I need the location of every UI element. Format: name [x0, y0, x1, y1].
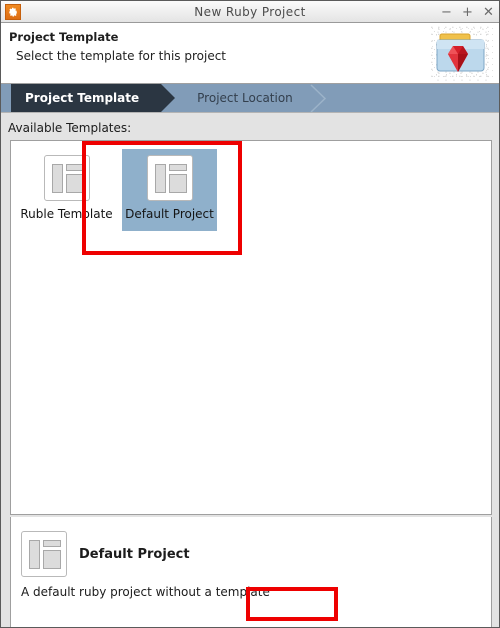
step-trailing-chevron-icon	[310, 84, 337, 113]
template-tile-list: Ruble Template Default Project	[19, 149, 217, 231]
close-icon[interactable]: ✕	[482, 5, 495, 19]
title-bar: New Ruby Project − + ✕	[1, 1, 499, 23]
page-subtitle: Select the template for this project	[16, 49, 226, 63]
wizard-body: Available Templates: Ruble Template Defa…	[1, 113, 499, 627]
template-tile-ruble-template[interactable]: Ruble Template	[19, 149, 114, 231]
available-templates-label: Available Templates:	[8, 121, 132, 135]
template-layout-icon	[43, 155, 90, 201]
step-project-template[interactable]: Project Template	[11, 84, 176, 112]
window-title: New Ruby Project	[194, 4, 306, 19]
page-title: Project Template	[9, 30, 119, 44]
wizard-steps: Project Template Project Location	[1, 84, 499, 113]
gear-icon	[5, 3, 21, 20]
template-tile-default-project[interactable]: Default Project	[122, 149, 217, 231]
step-label: Project Template	[25, 91, 140, 105]
window-controls: − + ✕	[440, 1, 495, 23]
ruby-folder-icon	[431, 26, 493, 82]
minimize-icon[interactable]: −	[440, 5, 453, 19]
template-tile-label: Default Project	[125, 207, 214, 221]
template-description-text: A default ruby project without a templat…	[21, 585, 270, 599]
template-list-panel[interactable]: Ruble Template Default Project	[10, 140, 492, 515]
step-label: Project Location	[197, 91, 293, 105]
step-project-location[interactable]: Project Location	[183, 84, 315, 112]
template-description-panel: Default Project A default ruby project w…	[10, 517, 492, 627]
step-divider-chevron-icon	[161, 84, 183, 112]
template-description-title: Default Project	[79, 546, 190, 562]
template-layout-icon	[21, 531, 67, 577]
template-layout-icon	[146, 155, 193, 201]
template-description-header: Default Project	[21, 531, 190, 577]
new-ruby-project-dialog: New Ruby Project − + ✕ Project Template …	[0, 0, 500, 628]
template-tile-label: Ruble Template	[20, 207, 113, 221]
maximize-icon[interactable]: +	[461, 5, 474, 19]
wizard-header: Project Template Select the template for…	[1, 23, 499, 84]
